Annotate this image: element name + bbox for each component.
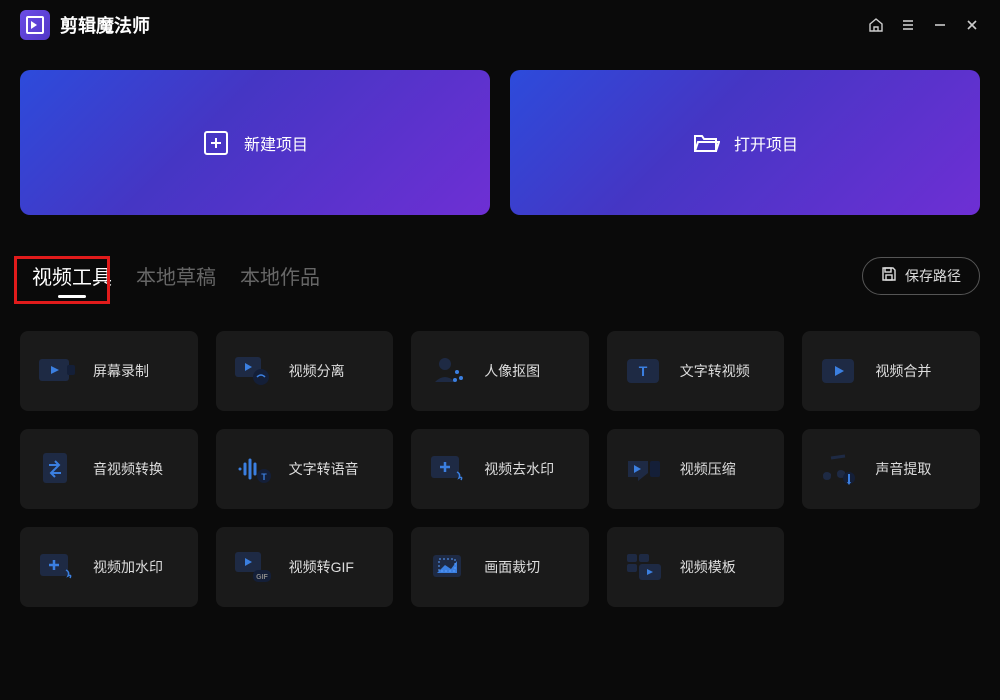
- plus-square-icon: [202, 129, 230, 157]
- tool-label: 文字转视频: [680, 361, 750, 381]
- portrait-matting-icon: [426, 349, 470, 393]
- tab-local-works[interactable]: 本地作品: [228, 255, 332, 296]
- tool-label: 文字转语音: [289, 459, 359, 479]
- text-to-speech-icon: T: [231, 447, 275, 491]
- tool-crop[interactable]: 画面裁切: [411, 527, 589, 607]
- tool-label: 视频转GIF: [289, 557, 354, 577]
- menu-icon[interactable]: [900, 17, 916, 33]
- tool-add-watermark[interactable]: 视频加水印: [20, 527, 198, 607]
- tool-video-merge[interactable]: 视频合并: [802, 331, 980, 411]
- new-project-label: 新建项目: [244, 131, 308, 155]
- header: 剪辑魔法师: [0, 0, 1000, 50]
- tabs: 视频工具 本地草稿 本地作品: [20, 255, 332, 296]
- tool-label: 视频压缩: [680, 459, 736, 479]
- app-logo-icon: [20, 10, 50, 40]
- tool-video-to-gif[interactable]: GIF 视频转GIF: [216, 527, 394, 607]
- tool-label: 视频分离: [289, 361, 345, 381]
- av-convert-icon: [35, 447, 79, 491]
- save-path-button[interactable]: 保存路径: [862, 257, 980, 295]
- video-template-icon: [622, 545, 666, 589]
- tab-video-tools[interactable]: 视频工具: [20, 255, 124, 296]
- tool-label: 视频去水印: [484, 459, 554, 479]
- audio-extract-icon: [817, 447, 861, 491]
- save-path-label: 保存路径: [905, 266, 961, 286]
- tool-label: 声音提取: [875, 459, 931, 479]
- screen-record-icon: [35, 349, 79, 393]
- tool-label: 视频模板: [680, 557, 736, 577]
- open-project-label: 打开项目: [734, 131, 798, 155]
- video-compress-icon: [622, 447, 666, 491]
- tool-audio-extract[interactable]: 声音提取: [802, 429, 980, 509]
- tool-video-separate[interactable]: 视频分离: [216, 331, 394, 411]
- svg-text:T: T: [261, 472, 267, 482]
- tab-local-drafts[interactable]: 本地草稿: [124, 255, 228, 296]
- tool-label: 音视频转换: [93, 459, 163, 479]
- video-to-gif-icon: GIF: [231, 545, 275, 589]
- video-merge-icon: [817, 349, 861, 393]
- close-icon[interactable]: [964, 17, 980, 33]
- crop-icon: [426, 545, 470, 589]
- tool-video-compress[interactable]: 视频压缩: [607, 429, 785, 509]
- svg-text:T: T: [639, 363, 648, 379]
- folder-open-icon: [692, 129, 720, 157]
- svg-text:GIF: GIF: [256, 574, 268, 581]
- tool-label: 视频合并: [875, 361, 931, 381]
- tool-label: 视频加水印: [93, 557, 163, 577]
- tool-text-to-speech[interactable]: T 文字转语音: [216, 429, 394, 509]
- tool-label: 画面裁切: [484, 557, 540, 577]
- tool-label: 人像抠图: [484, 361, 540, 381]
- minimize-icon[interactable]: [932, 17, 948, 33]
- tool-text-to-video[interactable]: T 文字转视频: [607, 331, 785, 411]
- tool-screen-record[interactable]: 屏幕录制: [20, 331, 198, 411]
- home-icon[interactable]: [868, 17, 884, 33]
- remove-watermark-icon: [426, 447, 470, 491]
- tab-row: 视频工具 本地草稿 本地作品 保存路径: [0, 235, 1000, 311]
- video-separate-icon: [231, 349, 275, 393]
- tool-video-template[interactable]: 视频模板: [607, 527, 785, 607]
- open-project-button[interactable]: 打开项目: [510, 70, 980, 215]
- tool-grid: 屏幕录制 视频分离 人像抠图 T 文字转视频 视频合并 音视频转换 T: [0, 311, 1000, 627]
- save-icon: [881, 266, 897, 285]
- main-actions: 新建项目 打开项目: [0, 50, 1000, 235]
- app-brand: 剪辑魔法师: [20, 10, 150, 40]
- new-project-button[interactable]: 新建项目: [20, 70, 490, 215]
- tool-av-convert[interactable]: 音视频转换: [20, 429, 198, 509]
- text-to-video-icon: T: [622, 349, 666, 393]
- tool-portrait-matting[interactable]: 人像抠图: [411, 331, 589, 411]
- tool-remove-watermark[interactable]: 视频去水印: [411, 429, 589, 509]
- tool-label: 屏幕录制: [93, 361, 149, 381]
- app-title: 剪辑魔法师: [60, 12, 150, 38]
- add-watermark-icon: [35, 545, 79, 589]
- window-controls: [868, 17, 980, 33]
